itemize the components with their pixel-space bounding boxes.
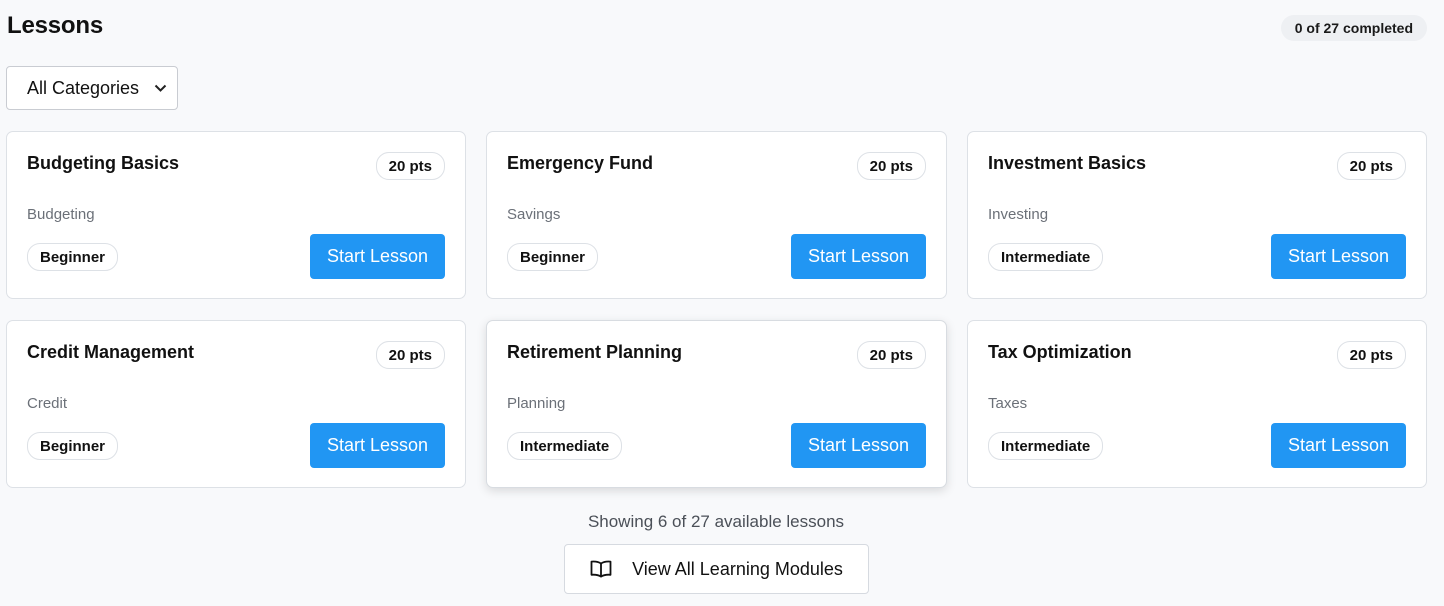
lessons-count-text: Showing 6 of 27 available lessons: [587, 512, 845, 531]
start-lesson-button[interactable]: Start Lesson: [791, 234, 926, 279]
lesson-title: Retirement Planning: [507, 342, 683, 362]
lesson-category: Savings: [507, 206, 561, 223]
lesson-category: Investing: [988, 206, 1049, 223]
lesson-card: Retirement Planning 20 pts Planning Inte…: [486, 320, 947, 488]
points-badge: 20 pts: [375, 152, 445, 180]
lesson-card: Credit Management 20 pts Credit Beginner…: [6, 320, 466, 488]
progress-badge: 0 of 27 completed: [1280, 15, 1427, 41]
lesson-category: Taxes: [988, 395, 1028, 412]
view-all-label: View All Learning Modules: [632, 558, 843, 579]
start-lesson-button[interactable]: Start Lesson: [310, 423, 445, 468]
chevron-down-icon: [154, 80, 167, 96]
start-lesson-button[interactable]: Start Lesson: [310, 234, 445, 279]
points-badge: 20 pts: [1336, 152, 1406, 180]
lesson-title: Emergency Fund: [507, 153, 654, 173]
level-badge: Intermediate: [988, 243, 1104, 271]
book-open-icon: [590, 560, 612, 578]
lesson-grid: Budgeting Basics 20 pts Budgeting Beginn…: [6, 131, 1427, 488]
points-badge: 20 pts: [856, 152, 926, 180]
lesson-title: Credit Management: [27, 342, 195, 362]
lesson-card: Emergency Fund 20 pts Savings Beginner S…: [486, 131, 947, 299]
lesson-category: Credit: [27, 395, 68, 412]
lesson-category: Planning: [507, 395, 566, 412]
points-badge: 20 pts: [856, 341, 926, 369]
points-badge: 20 pts: [375, 341, 445, 369]
start-lesson-button[interactable]: Start Lesson: [1271, 423, 1406, 468]
lesson-card: Investment Basics 20 pts Investing Inter…: [967, 131, 1427, 299]
level-badge: Beginner: [507, 243, 599, 271]
lesson-card: Budgeting Basics 20 pts Budgeting Beginn…: [6, 131, 466, 299]
lesson-title: Budgeting Basics: [27, 153, 180, 173]
category-filter-select[interactable]: All Categories: [6, 66, 178, 110]
points-badge: 20 pts: [1336, 341, 1406, 369]
category-filter-value: All Categories: [27, 77, 140, 98]
level-badge: Beginner: [27, 432, 119, 460]
lesson-card: Tax Optimization 20 pts Taxes Intermedia…: [967, 320, 1427, 488]
level-badge: Beginner: [27, 243, 119, 271]
level-badge: Intermediate: [988, 432, 1104, 460]
lesson-title: Investment Basics: [988, 153, 1147, 173]
start-lesson-button[interactable]: Start Lesson: [1271, 234, 1406, 279]
page-title: Lessons: [7, 12, 103, 39]
view-all-modules-button[interactable]: View All Learning Modules: [564, 544, 869, 594]
start-lesson-button[interactable]: Start Lesson: [791, 423, 926, 468]
lesson-title: Tax Optimization: [988, 342, 1132, 362]
lesson-category: Budgeting: [27, 206, 95, 223]
level-badge: Intermediate: [507, 432, 623, 460]
